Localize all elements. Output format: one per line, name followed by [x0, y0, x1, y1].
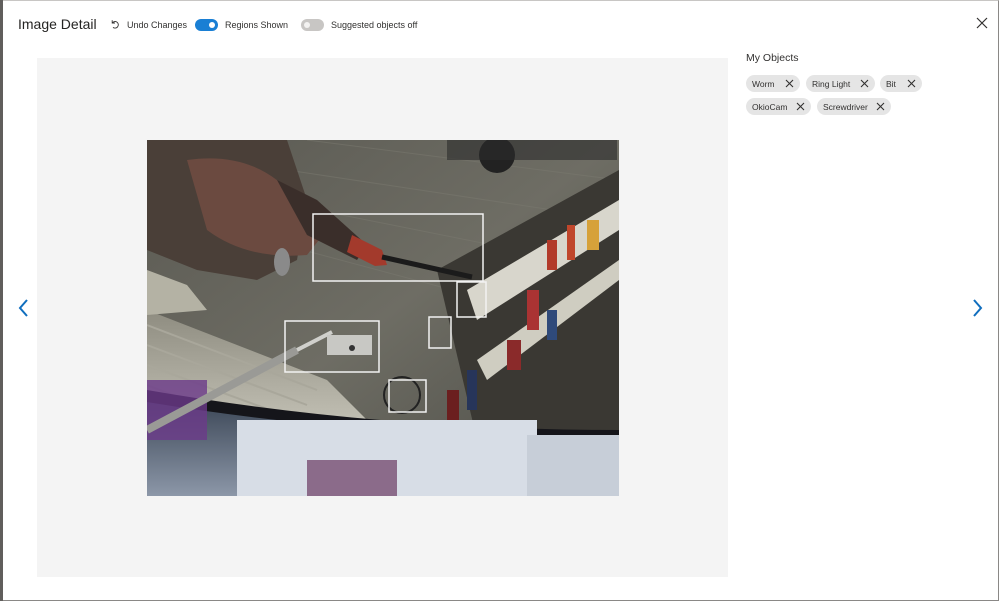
object-chip-ring-light[interactable]: Ring Light [806, 75, 875, 92]
chip-label: Bit [886, 78, 896, 89]
undo-changes-button[interactable]: Undo Changes [110, 19, 187, 31]
window-edge [0, 0, 3, 601]
chevron-right-icon[interactable] [971, 298, 985, 318]
chip-label: OkioCam [752, 101, 788, 112]
photo-illustration [147, 140, 619, 496]
chevron-left-icon[interactable] [16, 298, 30, 318]
dismiss-icon[interactable] [876, 102, 885, 111]
object-chip-okiocam[interactable]: OkioCam [746, 98, 811, 115]
undo-changes-label: Undo Changes [127, 20, 188, 30]
regions-shown-label: Regions Shown [225, 20, 289, 30]
regions-toggle-switch[interactable] [195, 19, 218, 31]
dismiss-icon[interactable] [796, 102, 805, 111]
chip-label: Worm [752, 78, 775, 89]
image-viewer [37, 58, 728, 577]
suggested-objects-label: Suggested objects off [331, 20, 418, 30]
suggested-objects-toggle[interactable]: Suggested objects off [301, 19, 417, 31]
close-icon[interactable] [975, 16, 989, 30]
dismiss-icon[interactable] [860, 79, 869, 88]
dismiss-icon[interactable] [907, 79, 916, 88]
chip-label: Ring Light [812, 78, 851, 89]
chip-label: Screwdriver [823, 101, 868, 112]
object-chip-worm[interactable]: Worm [746, 75, 800, 92]
suggested-toggle-switch[interactable] [301, 19, 324, 31]
dismiss-icon[interactable] [785, 79, 794, 88]
object-chip-bit[interactable]: Bit [880, 75, 922, 92]
undo-icon [110, 19, 120, 31]
object-chip-screwdriver[interactable]: Screwdriver [817, 98, 891, 115]
my-objects-title: My Objects [746, 52, 799, 64]
page-title: Image Detail [18, 16, 97, 32]
regions-shown-toggle[interactable]: Regions Shown [195, 19, 288, 31]
detail-photo [147, 140, 619, 496]
